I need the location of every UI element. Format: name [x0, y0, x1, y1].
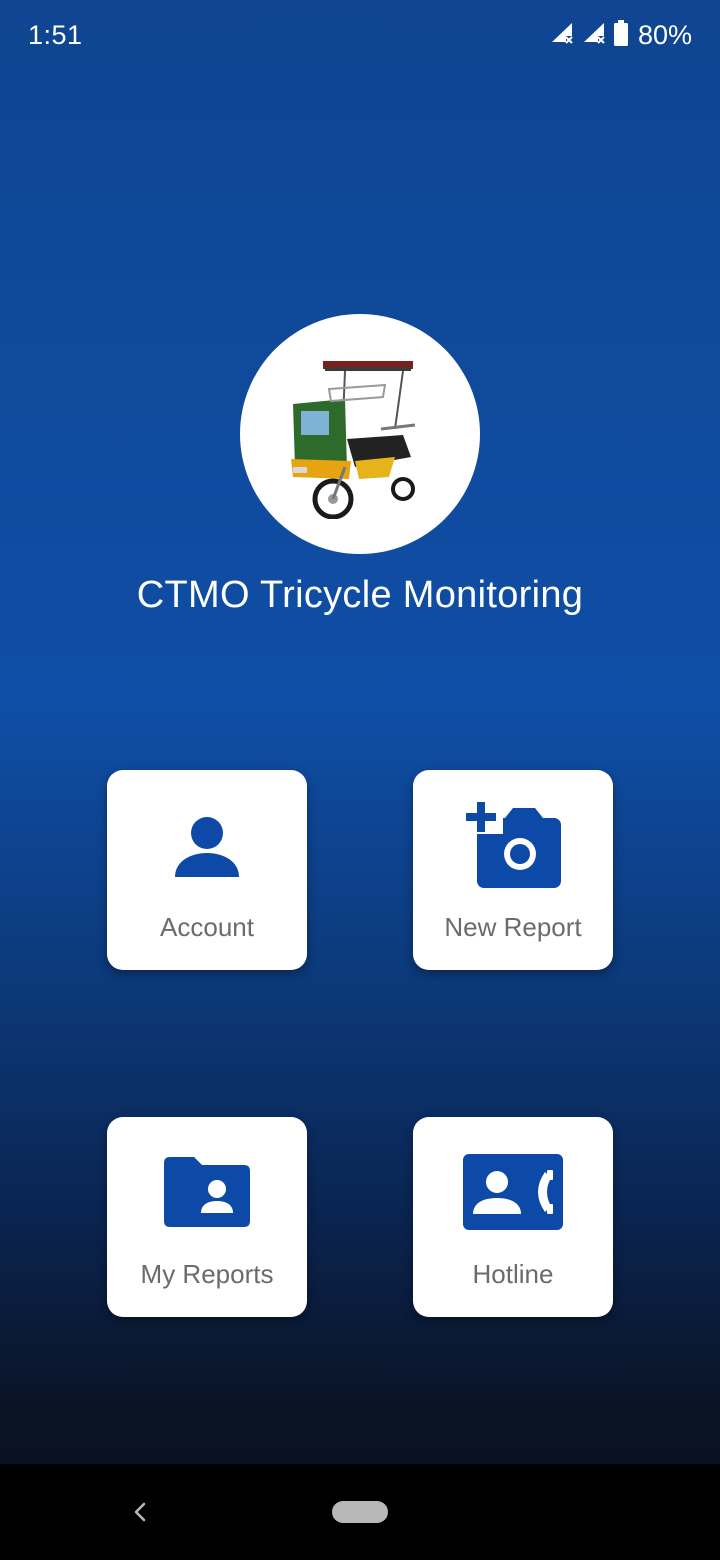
back-icon[interactable] — [120, 1492, 160, 1532]
hotline-label: Hotline — [472, 1259, 554, 1289]
signal-no-data-icon — [582, 22, 606, 49]
status-bar: 1:51 80% — [0, 0, 720, 72]
account-label: Account — [160, 912, 254, 942]
new-report-button[interactable]: New Report — [413, 770, 613, 970]
app-logo — [240, 314, 480, 554]
my-reports-button[interactable]: My Reports — [107, 1117, 307, 1317]
battery-icon — [613, 20, 628, 51]
my-reports-label: My Reports — [140, 1259, 274, 1289]
contact-phone-icon — [413, 1147, 613, 1237]
add-camera-icon — [413, 800, 613, 890]
hotline-button[interactable]: Hotline — [413, 1117, 613, 1317]
folder-shared-icon — [107, 1147, 307, 1237]
tricycle-logo-icon — [291, 361, 416, 519]
battery-percent: 80% — [637, 20, 692, 50]
app-title: CTMO Tricycle Monitoring — [136, 574, 584, 616]
home-pill-icon[interactable] — [332, 1501, 388, 1523]
person-icon — [107, 800, 307, 890]
status-time: 1:51 — [28, 20, 83, 50]
signal-no-data-icon — [550, 22, 574, 49]
status-icons: 80% — [550, 20, 692, 51]
new-report-label: New Report — [444, 912, 582, 942]
navigation-bar — [0, 1464, 720, 1560]
account-button[interactable]: Account — [107, 770, 307, 970]
